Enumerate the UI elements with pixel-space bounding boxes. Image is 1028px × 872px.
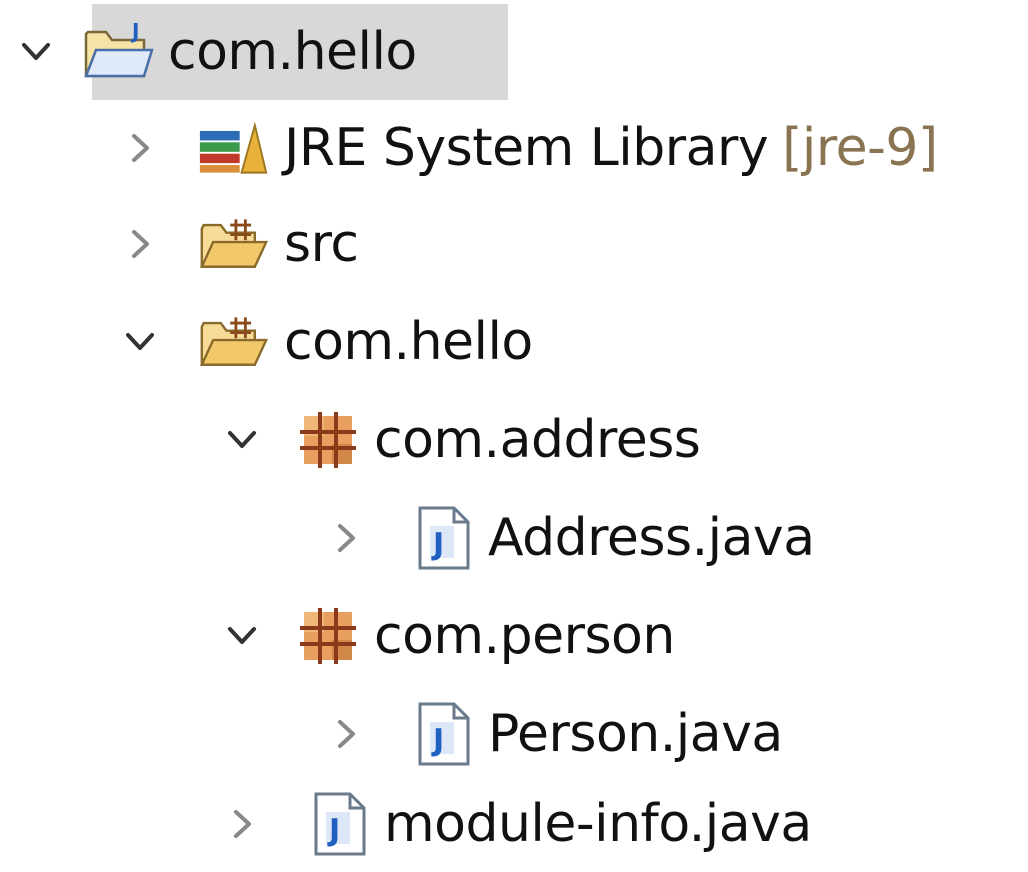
package-icon [296,600,360,672]
java-project-folder-icon: J [82,16,154,88]
source-folder-icon [198,208,270,280]
java-file-icon: J [414,698,474,770]
tree-item-address-java[interactable]: J Address.java [318,490,815,586]
chevron-down-icon[interactable] [8,24,64,80]
chevron-right-icon[interactable] [214,796,270,852]
chevron-right-icon[interactable] [318,510,374,566]
tree-item-label: com.hello [168,22,417,82]
jre-version-decoration: [jre-9] [782,118,938,178]
tree-item-module-info[interactable]: J module-info.java [214,776,812,872]
package-icon [296,404,360,476]
tree-item-project[interactable]: J com.hello [8,4,417,100]
tree-item-label: com.person [374,606,675,666]
svg-text:J: J [327,813,340,848]
svg-text:J: J [130,20,139,43]
tree-item-src[interactable]: src [112,196,359,292]
tree-item-module-folder[interactable]: com.hello [112,294,533,390]
chevron-down-icon[interactable] [214,412,270,468]
chevron-right-icon[interactable] [112,216,168,272]
svg-text:J: J [431,723,444,758]
tree-item-label: src [284,214,359,274]
java-file-icon: J [414,502,474,574]
tree-item-label: com.address [374,410,701,470]
chevron-down-icon[interactable] [112,314,168,370]
library-books-icon [198,112,270,184]
tree-item-label: module-info.java [384,794,812,854]
source-folder-icon [198,306,270,378]
tree-item-jre-library[interactable]: JRE System Library [jre-9] [112,100,938,196]
package-explorer-tree: J com.hello JRE System Library [jre-9] s… [0,0,1028,862]
tree-item-package-person[interactable]: com.person [214,588,675,684]
tree-item-label: com.hello [284,312,533,372]
java-file-icon: J [310,788,370,860]
tree-item-label: Address.java [488,508,815,568]
chevron-right-icon[interactable] [112,120,168,176]
chevron-down-icon[interactable] [214,608,270,664]
tree-item-package-address[interactable]: com.address [214,392,701,488]
tree-item-label: JRE System Library [284,118,769,178]
svg-text:J: J [431,527,444,562]
tree-item-label: Person.java [488,704,783,764]
chevron-right-icon[interactable] [318,706,374,762]
tree-item-person-java[interactable]: J Person.java [318,686,783,782]
